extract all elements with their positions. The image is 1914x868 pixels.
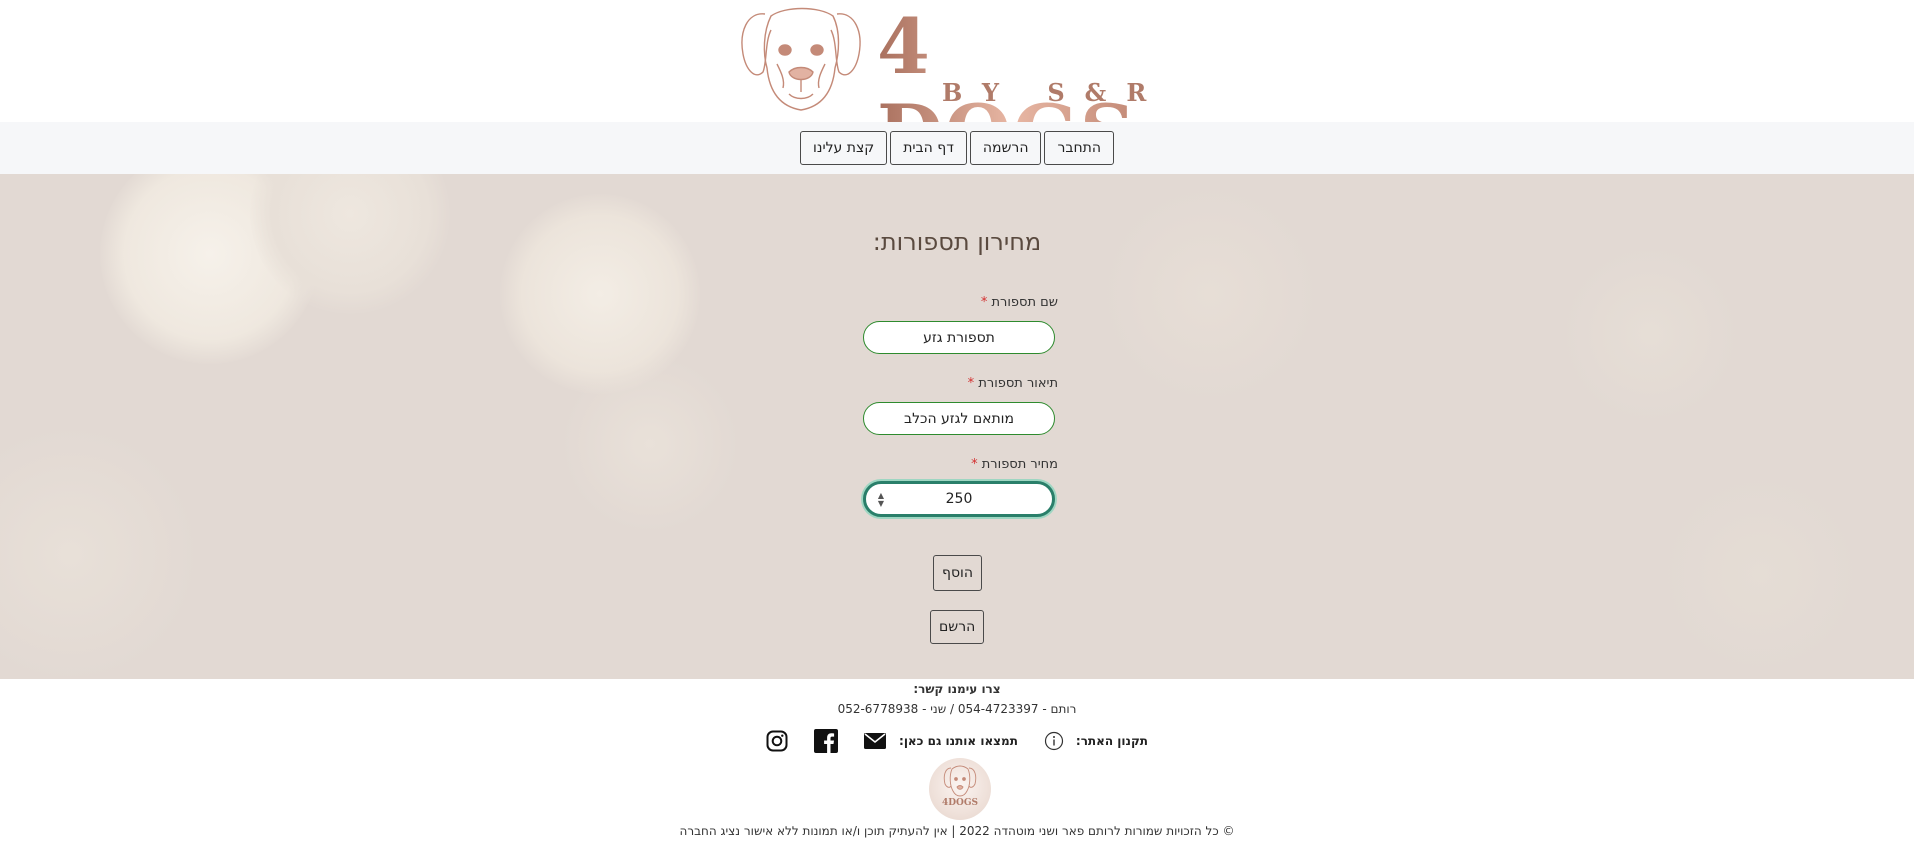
required-mark: * [967, 376, 975, 391]
contact-title: צרו עימנו קשר: [913, 682, 1001, 696]
haircut-name-input[interactable]: תספורת גזע [863, 321, 1055, 354]
site-footer: צרו עימנו קשר: רותם - 054-4723397 / שני … [0, 679, 1914, 868]
copyright-text: © כל הזכויות שמורות לרותם פאר ושני מוטהד… [679, 824, 1235, 838]
haircut-price-value: 250 [945, 491, 973, 507]
form-container: מחירון תספורות: שם תספורת * תספורת גזע ת… [0, 174, 1914, 679]
nav-login-button[interactable]: התחבר [1044, 131, 1114, 165]
price-form-section: מחירון תספורות: שם תספורת * תספורת גזע ת… [0, 174, 1914, 679]
haircut-name-label-text: שם תספורת [991, 295, 1059, 310]
instagram-icon[interactable] [766, 730, 788, 752]
logo-subtitle: BY S&R [942, 78, 1167, 107]
haircut-description-input[interactable]: מותאם לגזע הכלב [863, 402, 1055, 435]
haircut-name-label: שם תספורת * [758, 295, 1058, 310]
footer-dog-icon [943, 765, 977, 797]
nav-home-button[interactable]: דף הבית [890, 131, 967, 165]
dog-head-icon [741, 7, 861, 111]
info-icon[interactable] [1044, 731, 1064, 751]
haircut-price-input[interactable]: 250 ▲ ▼ [863, 481, 1055, 517]
haircut-description-label-text: תיאור תספורת [978, 376, 1058, 391]
haircut-description-label: תיאור תספורת * [758, 376, 1058, 391]
spinner-down-icon[interactable]: ▼ [876, 500, 886, 508]
nav-register-button[interactable]: הרשמה [969, 131, 1042, 165]
site-logo[interactable]: 4 DOGS BY S&R [737, 0, 1177, 176]
number-spinner[interactable]: ▲ ▼ [876, 492, 886, 508]
site-header: 4 DOGS BY S&R [0, 0, 1914, 176]
facebook-icon[interactable] [814, 729, 839, 753]
nav-about-button[interactable]: קצת עלינו [800, 131, 888, 165]
terms-label: תקנון האתר: [1075, 734, 1148, 748]
contact-phones: רותם - 054-4723397 / שני - 052-6778938 [837, 702, 1077, 716]
register-button[interactable]: הרשם [930, 610, 985, 644]
add-button[interactable]: הוסף [933, 555, 983, 591]
find-us-label: תמצאו אותנו גם כאן: [899, 734, 1018, 748]
page-title: מחירון תספורות: [872, 228, 1042, 256]
required-mark: * [980, 295, 988, 310]
footer-logo[interactable]: 4DOGS [929, 758, 991, 820]
email-icon[interactable] [863, 731, 887, 751]
footer-logo-text: 4DOGS [941, 798, 979, 808]
main-nav: התחבר הרשמה דף הבית קצת עלינו [0, 122, 1914, 174]
haircut-price-label-text: מחיר תספורת [981, 457, 1058, 472]
footer-links-row: תקנון האתר: תמצאו אותנו גם כאן: [0, 729, 1914, 753]
required-mark: * [971, 457, 978, 472]
haircut-price-label: מחיר תספורת * [758, 457, 1058, 472]
